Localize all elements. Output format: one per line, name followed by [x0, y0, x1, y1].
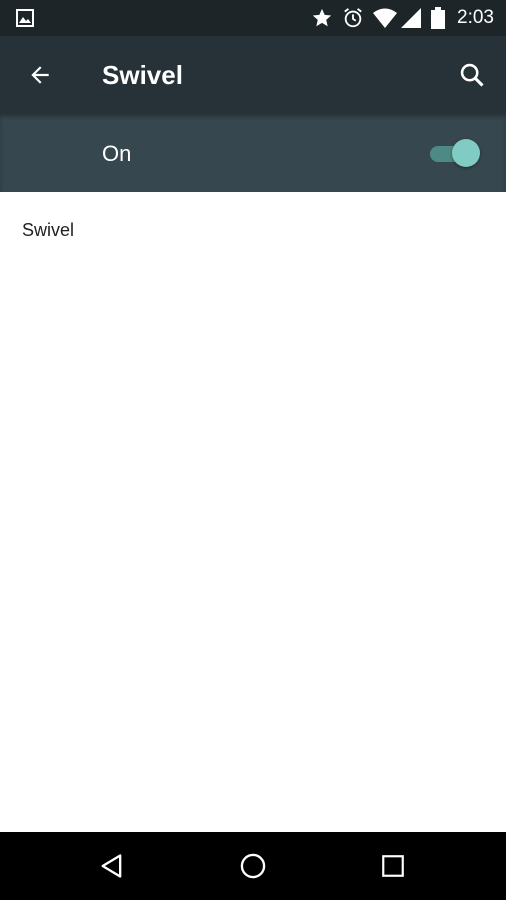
arrow-back-icon: [31, 66, 49, 84]
back-button[interactable]: [18, 53, 62, 97]
navigation-bar: [0, 832, 506, 900]
nav-back-icon: [101, 854, 122, 878]
nav-home-icon: [240, 853, 266, 879]
search-icon: [460, 63, 484, 87]
switch-label: On: [102, 141, 132, 166]
battery-icon: [431, 7, 445, 29]
nav-back-button[interactable]: [90, 844, 134, 888]
list-item: Swivel: [22, 220, 75, 240]
on-off-toggle[interactable]: [430, 139, 480, 167]
wifi-icon: [373, 8, 397, 28]
search-button[interactable]: [450, 53, 494, 97]
nav-recents-icon: [382, 855, 404, 877]
nav-recents-button[interactable]: [371, 844, 415, 888]
image-notification-icon: [16, 9, 34, 27]
status-clock: 2:03: [457, 7, 494, 28]
status-bar: 2:03: [0, 0, 506, 36]
master-switch-bar[interactable]: On: [0, 114, 506, 192]
page-title: Swivel: [102, 60, 183, 90]
alarm-icon: [344, 8, 362, 28]
toggle-thumb: [452, 139, 480, 167]
nav-home-button[interactable]: [231, 844, 275, 888]
star-icon: [312, 8, 332, 27]
cell-signal-icon: [401, 8, 421, 28]
content-area: Swivel: [0, 192, 506, 832]
app-bar: Swivel: [0, 36, 506, 114]
